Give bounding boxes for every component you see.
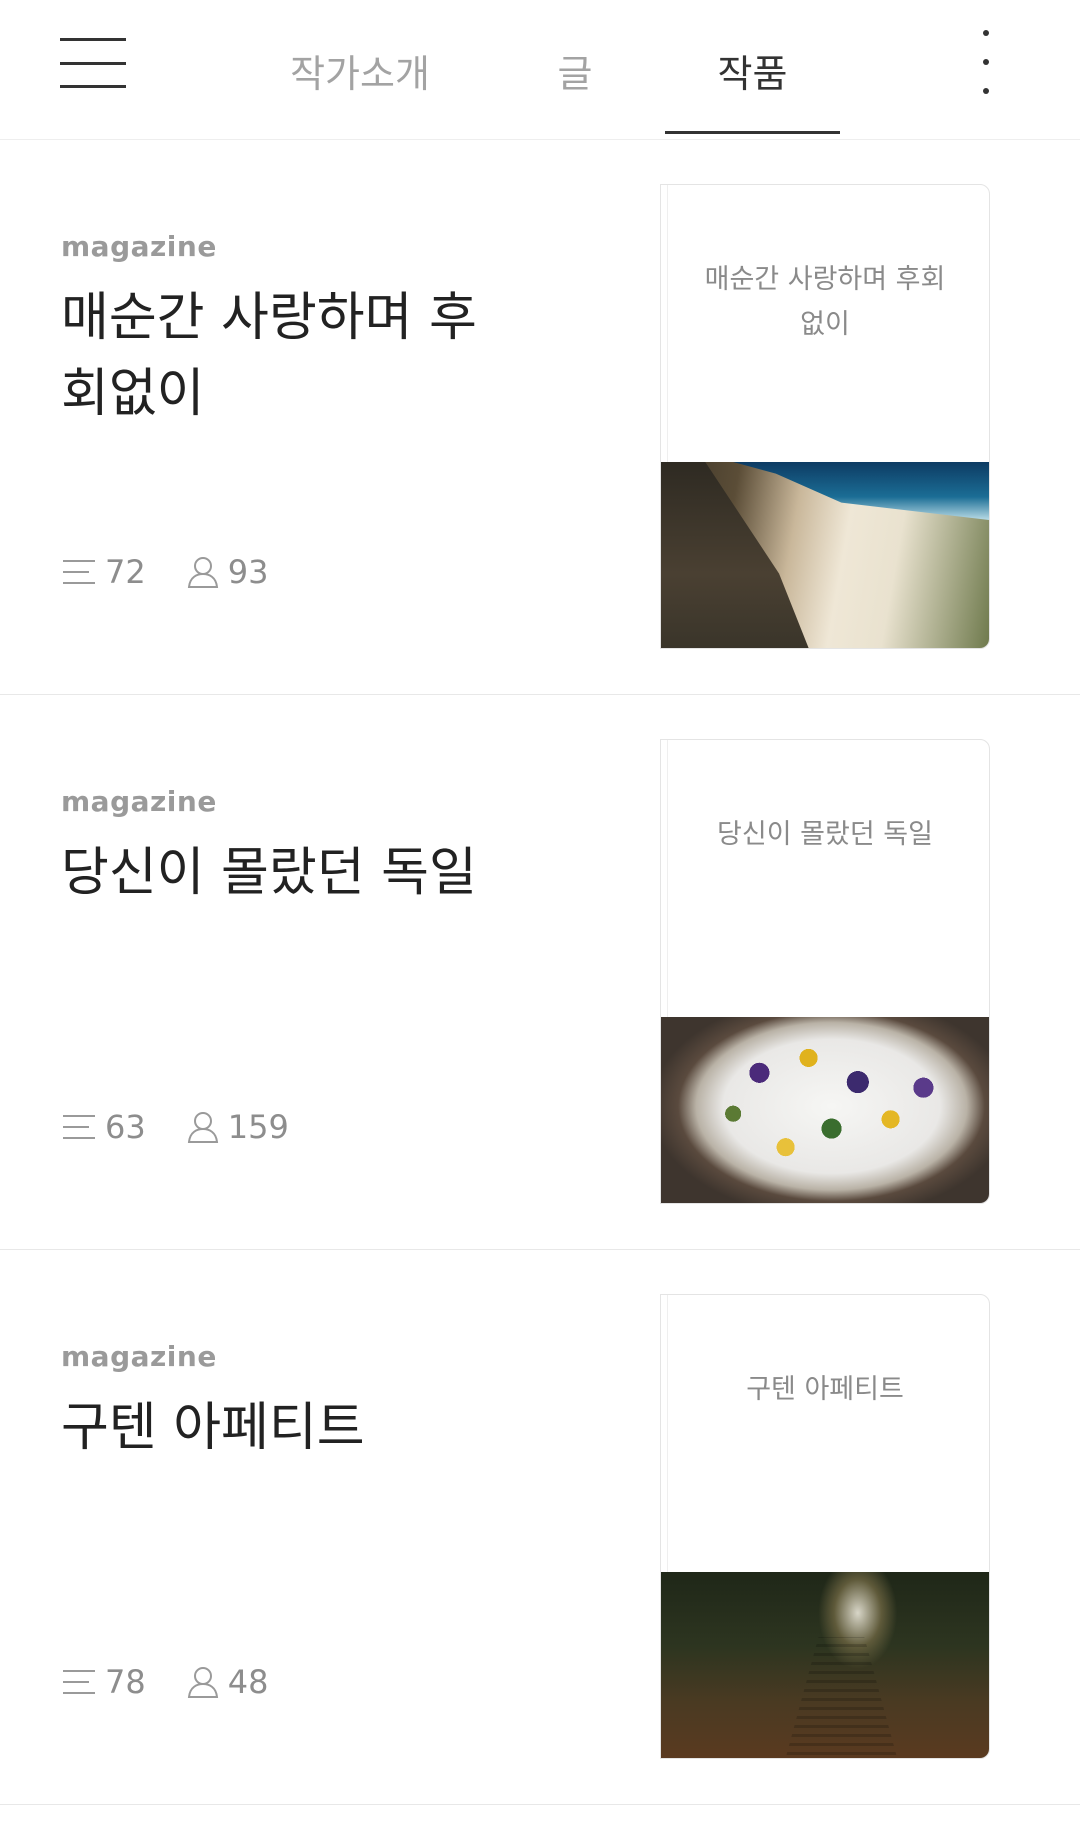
item-stats: 78 48 [61,1662,308,1702]
hamburger-menu-icon[interactable] [60,38,126,88]
posts-count: 63 [61,1108,146,1146]
cover-title: 당신이 몰랐던 독일 [717,819,933,850]
subscribers-count: 93 [186,553,269,591]
cover-title: 구텐 아페티트 [746,1374,904,1405]
item-category: magazine [61,785,217,818]
list-icon [63,560,95,584]
posts-count-value: 78 [105,1663,146,1701]
magazine-list-item[interactable]: magazine 매순간 사랑하며 후회없이 72 93 매순간 사랑하며 후회… [0,140,1080,695]
posts-count: 78 [61,1663,146,1701]
item-title[interactable]: 구텐 아페티트 [61,1390,501,1466]
top-nav: 작가소개 글 작품 [0,0,1080,140]
item-title[interactable]: 매순간 사랑하며 후회없이 [61,280,501,432]
person-icon [187,557,218,588]
person-icon [187,1112,218,1143]
magazine-cover[interactable]: 매순간 사랑하며 후회없이 [660,184,990,649]
item-title[interactable]: 당신이 몰랐던 독일 [61,835,501,911]
tab-author-intro[interactable]: 작가소개 [270,0,450,140]
more-vertical-icon[interactable] [968,30,1004,94]
cover-title: 매순간 사랑하며 후회없이 [704,264,946,340]
posts-count-value: 72 [105,553,146,591]
magazine-list-item[interactable]: magazine 구텐 아페티트 78 48 구텐 아페티트 [0,1250,1080,1805]
posts-count: 72 [61,553,146,591]
subscribers-count-value: 159 [227,1108,289,1146]
subscribers-count: 48 [186,1663,269,1701]
subscribers-count-value: 48 [227,1663,269,1701]
item-category: magazine [61,230,217,263]
magazine-cover[interactable]: 당신이 몰랐던 독일 [660,739,990,1204]
subscribers-count: 159 [186,1108,289,1146]
magazine-cover[interactable]: 구텐 아페티트 [660,1294,990,1759]
item-stats: 72 93 [61,552,308,592]
person-icon [187,1667,218,1698]
tab-writings[interactable]: 글 [530,0,620,140]
item-stats: 63 159 [61,1107,329,1147]
list-icon [63,1115,95,1139]
cover-photo-beach [661,462,989,648]
magazine-list-item[interactable]: magazine 당신이 몰랐던 독일 63 159 당신이 몰랐던 독일 [0,695,1080,1250]
cover-photo-flowers [661,1017,989,1203]
tab-works[interactable]: 작품 [665,0,840,140]
item-category: magazine [61,1340,217,1373]
list-icon [63,1670,95,1694]
subscribers-count-value: 93 [227,553,269,591]
cover-photo-forest [661,1572,989,1758]
posts-count-value: 63 [105,1108,146,1146]
